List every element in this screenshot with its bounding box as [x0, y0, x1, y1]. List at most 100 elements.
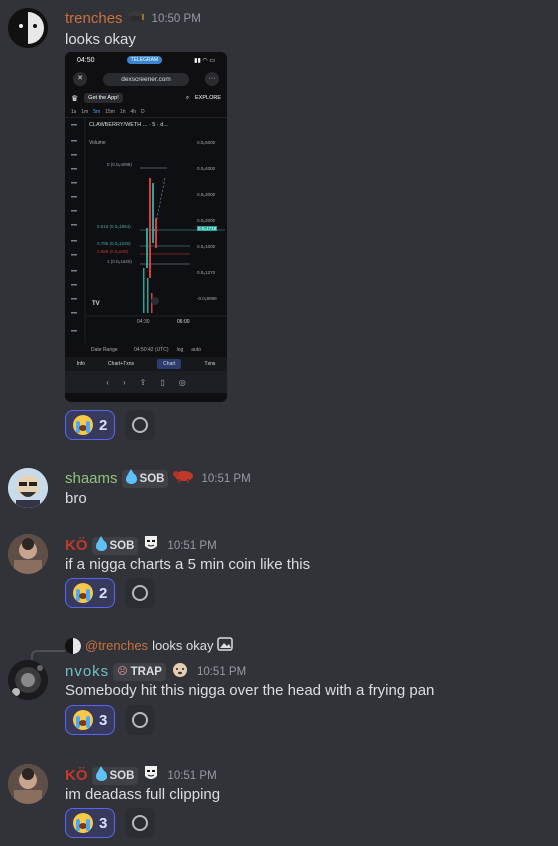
- chart-footer: Date Range 04:50:42 (UTC) log auto: [65, 343, 227, 357]
- avatar[interactable]: [8, 660, 48, 700]
- close-icon: ✕: [73, 72, 87, 86]
- water-drop-icon: [95, 536, 107, 551]
- sob-reaction[interactable]: 2: [65, 410, 116, 440]
- trap-icon: ☹: [117, 666, 128, 677]
- tag-label: SOB: [109, 769, 135, 782]
- reply-username: @trenches: [85, 638, 149, 653]
- telegram-badge: TELEGRAM: [126, 56, 163, 64]
- timestamp: 10:51 PM: [167, 769, 217, 782]
- role-tag[interactable]: SOB: [91, 766, 139, 785]
- avatar[interactable]: [8, 534, 48, 574]
- tag-label: SOB: [109, 539, 135, 552]
- search-icon: ⌕: [185, 94, 190, 101]
- get-app-button: Get the App!: [84, 93, 123, 103]
- sob-reaction[interactable]: 3: [65, 705, 116, 735]
- water-drop-icon: [125, 469, 137, 484]
- reply-connector: [31, 650, 65, 660]
- role-tag[interactable]: ☹ TRAP: [113, 662, 166, 681]
- pair-name: CLAWBERRY/WETH ... · 5 · d...: [89, 122, 168, 128]
- tf-1s: 1s: [71, 108, 77, 115]
- explore-link: EXPLORE: [195, 95, 221, 101]
- tradingview-logo: TV: [92, 301, 100, 307]
- tag-label: TRAP: [130, 665, 162, 678]
- image-icon: [217, 636, 234, 655]
- dog-icon: [170, 660, 190, 683]
- price-tick: -0.0₆9999: [197, 296, 217, 301]
- fib-label-618: 0.618 (0.0₆1884): [97, 224, 131, 229]
- reply-text: looks okay: [152, 638, 214, 653]
- loudly-crying-icon: [73, 583, 93, 603]
- username[interactable]: KÖ: [65, 767, 88, 784]
- fib-label-1: 1 (0.0₆1620): [107, 259, 132, 264]
- tab-txns: Txns: [204, 361, 216, 367]
- phone-status-bar: 04:50 TELEGRAM ▮▮ ◠ ▭: [65, 52, 227, 68]
- role-tag[interactable]: SOB: [91, 536, 139, 555]
- price-chart: CLAWBERRY/WETH ... · 5 · d... Volume 0 (…: [65, 118, 227, 343]
- auto-toggle: auto: [191, 347, 201, 353]
- browser-url-bar: ✕ dexscreener.com ···: [73, 70, 219, 88]
- username[interactable]: nvoks: [65, 663, 109, 680]
- reaction-count: 3: [99, 814, 108, 832]
- tab-info: Info: [76, 361, 85, 367]
- price-tick: 0.0₆1270: [197, 270, 216, 275]
- message-header: nvoks ☹ TRAP 10:51 PM: [65, 660, 246, 683]
- avatar[interactable]: [8, 468, 48, 508]
- add-reaction-button[interactable]: [125, 578, 155, 608]
- browser-toolbar: ‹ › ⇪ ▯ ◎: [65, 371, 227, 393]
- reply-preview[interactable]: @trenches looks okay: [65, 636, 234, 655]
- reply-avatar: [65, 637, 81, 654]
- price-tick: 0.0₆2000: [197, 218, 216, 223]
- message-header: trenches 10:50 PM: [65, 8, 201, 29]
- tab-chart: Chart: [157, 359, 182, 369]
- role-tag[interactable]: SOB: [121, 469, 169, 488]
- reaction-count: 2: [99, 584, 108, 602]
- tf-4h: 4h: [130, 108, 137, 115]
- fib-label-786: 0.786 (0.0₆1026): [97, 241, 131, 246]
- tf-d: D: [141, 108, 145, 115]
- timeframe-bar: 1s 1m 5m 15m 1h 4h D: [65, 106, 227, 118]
- mask-icon: [142, 764, 160, 787]
- smiley-icon: [132, 417, 148, 433]
- forward-icon: ›: [122, 377, 126, 387]
- status-time: 04:50: [77, 56, 95, 64]
- sob-reaction[interactable]: 2: [65, 578, 116, 608]
- mask-icon: [142, 534, 160, 557]
- avatar[interactable]: [8, 8, 48, 48]
- message-text: looks okay: [65, 31, 136, 48]
- tag-label: SOB: [139, 472, 165, 485]
- avatar[interactable]: [8, 764, 48, 804]
- attached-image[interactable]: 04:50 TELEGRAM ▮▮ ◠ ▭ ✕ dexscreener.com …: [65, 52, 227, 402]
- utc-clock: 04:50:42 (UTC): [134, 347, 169, 353]
- date-range: Date Range: [91, 347, 118, 353]
- tab-chart-txns: Chart+Txns: [108, 361, 135, 367]
- username[interactable]: trenches: [65, 10, 123, 27]
- username[interactable]: KÖ: [65, 537, 88, 554]
- timestamp: 10:51 PM: [167, 539, 217, 552]
- fib-label-0: 0 (0.0₆4098): [107, 162, 132, 167]
- share-icon: ⇪: [139, 377, 147, 387]
- message-text: Somebody hit this nigga over the head wi…: [65, 682, 435, 699]
- more-icon: ···: [205, 72, 219, 86]
- loudly-crying-icon: [73, 813, 93, 833]
- message-text: bro: [65, 490, 87, 507]
- username[interactable]: shaams: [65, 470, 118, 487]
- battery-icon: ▮▮ ◠ ▭: [194, 57, 215, 64]
- price-tick: 0.0₆4000: [197, 166, 216, 171]
- site-tabs: Info Chart+Txns Chart Txns: [65, 357, 227, 371]
- message-text: if a nigga charts a 5 min coin like this: [65, 556, 311, 573]
- add-reaction-button[interactable]: [125, 410, 155, 440]
- url-text: dexscreener.com: [103, 72, 189, 86]
- sob-reaction[interactable]: 3: [65, 808, 116, 838]
- timestamp: 10:50 PM: [151, 12, 201, 25]
- add-reaction-button[interactable]: [125, 808, 155, 838]
- price-tick: 0.0₆5000: [197, 140, 216, 145]
- message-text: im deadass full clipping: [65, 786, 221, 803]
- fib-label-886: 0.886 (0.0₆849): [97, 249, 129, 254]
- smiley-icon: [132, 712, 148, 728]
- time-label: 06:00: [177, 319, 190, 325]
- graduation-cap-icon: [126, 8, 145, 29]
- volume-label: Volume: [89, 140, 106, 146]
- site-nav: ♛ Get the App! ⌕ EXPLORE: [65, 90, 227, 106]
- message-header: KÖ SOB 10:51 PM: [65, 764, 217, 787]
- add-reaction-button[interactable]: [125, 705, 155, 735]
